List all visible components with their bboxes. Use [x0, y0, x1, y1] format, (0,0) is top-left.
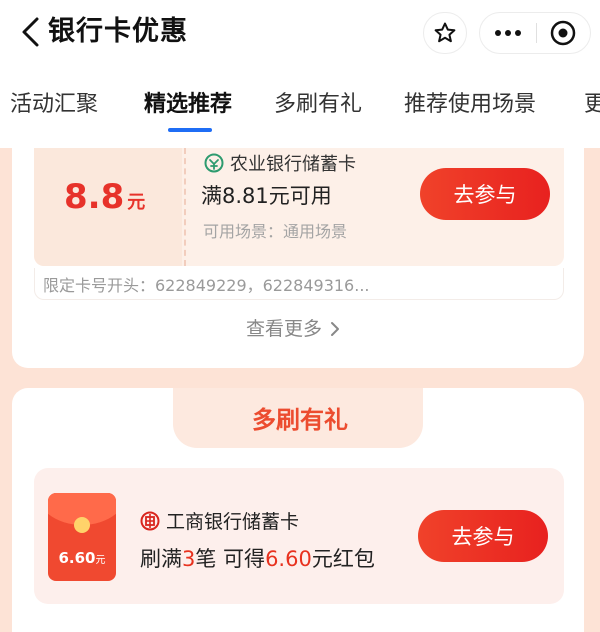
condition-middle: 笔 可得	[195, 547, 266, 571]
tab-activity-collection[interactable]: 活动汇聚	[10, 90, 98, 120]
coupon-join-button[interactable]: 去参与	[420, 168, 550, 220]
red-packet-amount-unit: 元	[95, 555, 106, 566]
coupon-amount-unit: 元	[127, 192, 146, 213]
condition-count: 3	[182, 547, 196, 571]
tab-recommended-scenes[interactable]: 推荐使用场景	[404, 90, 536, 120]
tab-featured[interactable]: 精选推荐	[144, 90, 232, 120]
active-tab-indicator	[168, 128, 212, 132]
top-bar: 银行卡优惠	[0, 0, 600, 66]
coupon-divider	[184, 148, 186, 266]
more-dots-icon	[494, 30, 521, 36]
tab-bar: 活动汇聚 精选推荐 多刷有礼 推荐使用场景 更	[0, 66, 600, 148]
card-limit-text: 限定卡号开头：622849229，622849316...	[43, 276, 370, 295]
section-title: 多刷有礼	[252, 406, 348, 434]
coupon-bank-name: 农业银行储蓄卡	[230, 154, 356, 175]
coupon-condition: 满8.81元可用	[201, 184, 332, 208]
condition-suffix: 元红包	[311, 547, 375, 571]
tab-multi-swipe[interactable]: 多刷有礼	[274, 90, 362, 120]
mini-app-capsule	[479, 12, 591, 54]
chevron-right-icon	[331, 322, 340, 336]
red-packet-amount: 6.60元	[48, 549, 116, 567]
abc-bank-logo-icon	[204, 153, 224, 173]
condition-amount: 6.60	[265, 547, 312, 571]
red-packet-icon: 6.60元	[48, 493, 116, 581]
back-icon[interactable]	[18, 14, 42, 50]
coupon-bank: 农业银行储蓄卡	[204, 150, 356, 176]
coupon-scene: 可用场景：通用场景	[203, 222, 348, 241]
favorite-button[interactable]	[423, 12, 467, 54]
star-icon	[434, 22, 456, 43]
coupon-amount-value: 8.8	[64, 177, 125, 217]
red-packet-amount-value: 6.60	[58, 549, 96, 567]
see-more-link[interactable]: 查看更多	[246, 314, 340, 341]
icbc-bank-logo-icon	[140, 511, 160, 530]
tab-more[interactable]: 更	[584, 90, 600, 120]
multi-swipe-bank: 工商银行储蓄卡	[140, 507, 299, 534]
see-more-label: 查看更多	[246, 318, 323, 340]
close-button[interactable]	[536, 13, 590, 53]
target-close-icon	[550, 20, 576, 46]
page-title: 银行卡优惠	[48, 16, 188, 47]
more-button[interactable]	[480, 13, 536, 53]
multi-swipe-condition: 刷满3笔 可得6.60元红包	[140, 543, 375, 573]
coupon-amount: 8.8 元	[64, 177, 145, 217]
multi-swipe-bank-name: 工商银行储蓄卡	[166, 511, 300, 533]
red-packet-seal	[74, 517, 90, 533]
multi-swipe-join-button[interactable]: 去参与	[418, 510, 548, 562]
condition-prefix: 刷满	[140, 547, 182, 571]
